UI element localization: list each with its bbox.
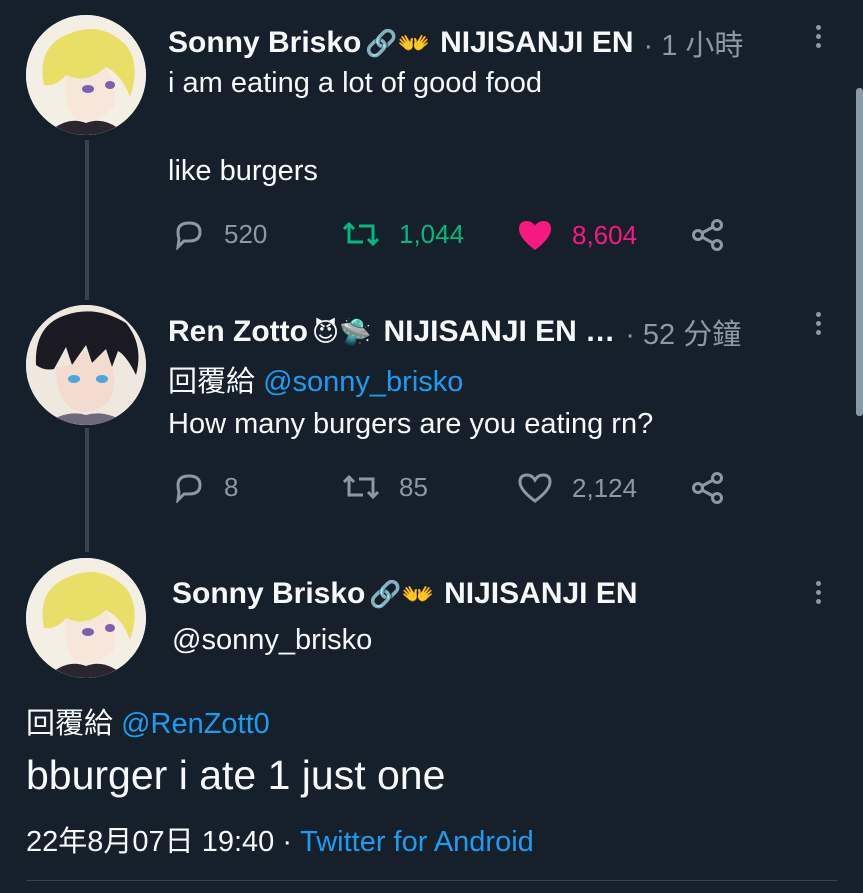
retweet-button[interactable]: 1,044	[341, 218, 464, 250]
share-button[interactable]	[690, 471, 744, 505]
tweet1-line2: like burgers	[168, 155, 318, 187]
divider	[26, 880, 837, 881]
retweet-count: 1,044	[399, 218, 465, 249]
author-emoji: 🔗👐	[365, 27, 431, 58]
like-count: 8,604	[572, 219, 638, 250]
reply-icon	[176, 221, 202, 250]
retweet-icon	[342, 474, 380, 500]
affiliation[interactable]: NIJISANJI EN …	[383, 315, 615, 349]
thread-line	[85, 428, 89, 552]
affiliation[interactable]: NIJISANJI EN	[440, 26, 633, 60]
reply-icon	[176, 474, 202, 503]
retweet-icon	[342, 221, 380, 247]
meta-separator: ·	[282, 826, 293, 858]
author-handle[interactable]: @sonny_brisko	[172, 624, 372, 657]
like-button[interactable]: 2,124	[516, 471, 637, 505]
reply-count: 520	[224, 218, 268, 249]
reply-count: 8	[224, 471, 239, 502]
thread-line	[85, 140, 89, 300]
share-button[interactable]	[690, 218, 744, 252]
tweet3-text: bburger i ate 1 just one	[26, 752, 446, 798]
retweet-count: 85	[399, 471, 428, 502]
like-button[interactable]: 8,604	[516, 218, 637, 252]
more-icon[interactable]	[816, 312, 822, 339]
tweet3-header: Sonny Brisko 🔗👐 NIJISANJI EN	[172, 577, 638, 611]
tweet-source[interactable]: Twitter for Android	[300, 826, 534, 858]
like-icon	[519, 221, 551, 250]
reply-prefix: 回覆給	[168, 366, 256, 398]
reply-context: 回覆給 @RenZott0	[26, 700, 270, 742]
scrollbar[interactable]	[856, 88, 863, 416]
tweet-meta: 22年8月07日 19:40 · Twitter for Android	[26, 818, 534, 860]
reply-mention[interactable]: @RenZott0	[121, 708, 270, 740]
more-icon[interactable]	[816, 581, 822, 608]
tweet1-line1: i am eating a lot of good food	[168, 67, 543, 99]
share-icon	[692, 219, 723, 251]
tweet2-header: Ren Zotto 😈🛸 NIJISANJI EN … · 52 分鐘	[168, 311, 741, 353]
avatar-sonny[interactable]	[26, 558, 146, 678]
timestamp[interactable]: · 52 分鐘	[625, 311, 741, 353]
affiliation[interactable]: NIJISANJI EN	[444, 577, 637, 611]
reply-prefix: 回覆給	[26, 708, 114, 740]
tweet1-header: Sonny Brisko 🔗👐 NIJISANJI EN · 1 小時	[168, 22, 743, 64]
author-name[interactable]: Sonny Brisko	[172, 577, 365, 611]
avatar-sonny[interactable]	[26, 15, 146, 135]
author-emoji: 🔗👐	[369, 578, 435, 609]
like-count: 2,124	[572, 472, 638, 503]
reply-button[interactable]: 8	[172, 471, 238, 503]
tweet2-text: How many burgers are you eating rn?	[168, 408, 654, 440]
share-icon	[692, 472, 723, 504]
reply-context: 回覆給 @sonny_brisko	[168, 358, 463, 400]
tweet-datetime[interactable]: 22年8月07日 19:40	[26, 826, 274, 858]
author-emoji: 😈🛸	[311, 316, 372, 347]
avatar-ren[interactable]	[26, 305, 146, 425]
timestamp[interactable]: · 1 小時	[644, 22, 744, 64]
retweet-button[interactable]: 85	[341, 471, 428, 503]
like-icon	[518, 473, 552, 503]
reply-mention[interactable]: @sonny_brisko	[263, 366, 463, 398]
author-name[interactable]: Sonny Brisko	[168, 26, 361, 60]
author-name[interactable]: Ren Zotto	[168, 315, 308, 349]
reply-button[interactable]: 520	[172, 218, 267, 250]
more-icon[interactable]	[816, 25, 822, 52]
